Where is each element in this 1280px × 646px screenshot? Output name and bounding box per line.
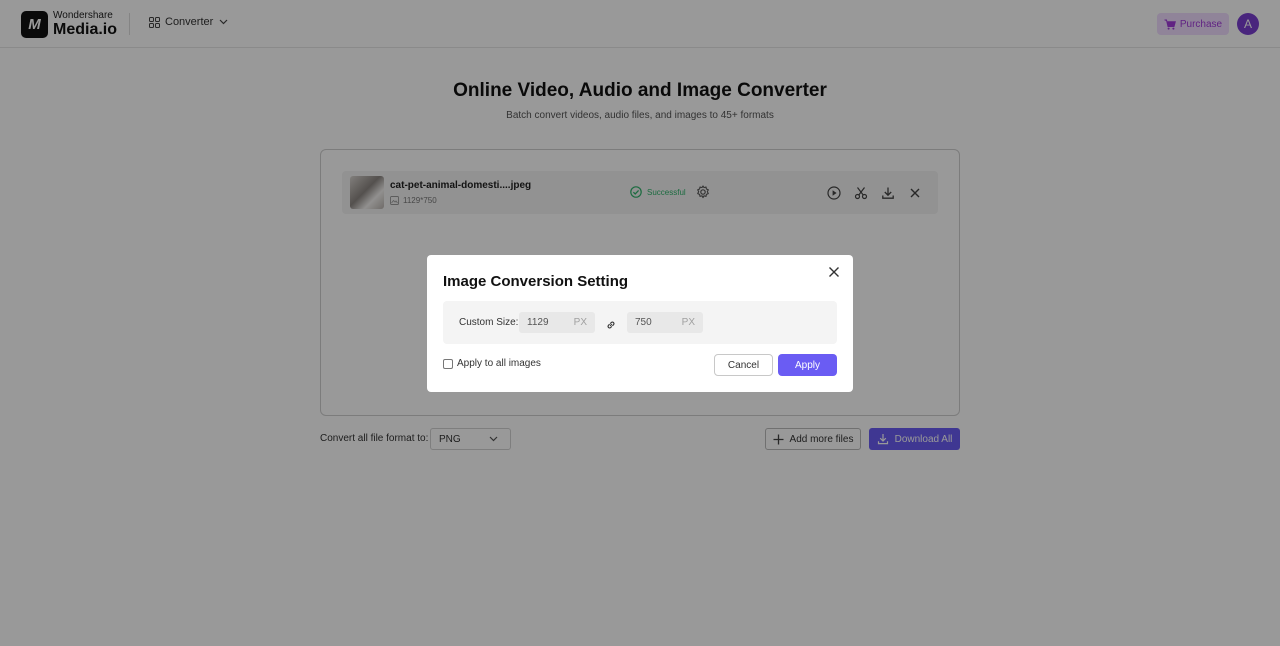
- width-unit: PX: [573, 317, 587, 328]
- custom-size-label: Custom Size:: [459, 317, 519, 328]
- height-input[interactable]: 750 PX: [627, 312, 703, 333]
- width-input[interactable]: 1129 PX: [519, 312, 595, 333]
- close-icon: [829, 267, 839, 277]
- apply-button[interactable]: Apply: [778, 354, 837, 376]
- cancel-button[interactable]: Cancel: [714, 354, 773, 376]
- image-conversion-setting-dialog: Image Conversion Setting Custom Size: 11…: [427, 255, 853, 392]
- dialog-title: Image Conversion Setting: [443, 273, 629, 290]
- dialog-close-button[interactable]: [827, 265, 841, 279]
- link-icon: [607, 321, 615, 329]
- height-value: 750: [635, 317, 652, 328]
- custom-size-section: Custom Size: 1129 PX 750 PX: [443, 301, 837, 344]
- checkbox-box[interactable]: [443, 358, 453, 369]
- apply-to-all-checkbox[interactable]: Apply to all images: [443, 358, 541, 369]
- height-unit: PX: [681, 317, 695, 328]
- width-value: 1129: [527, 317, 549, 328]
- apply-to-all-label: Apply to all images: [457, 358, 541, 369]
- aspect-lock-button[interactable]: [606, 317, 616, 335]
